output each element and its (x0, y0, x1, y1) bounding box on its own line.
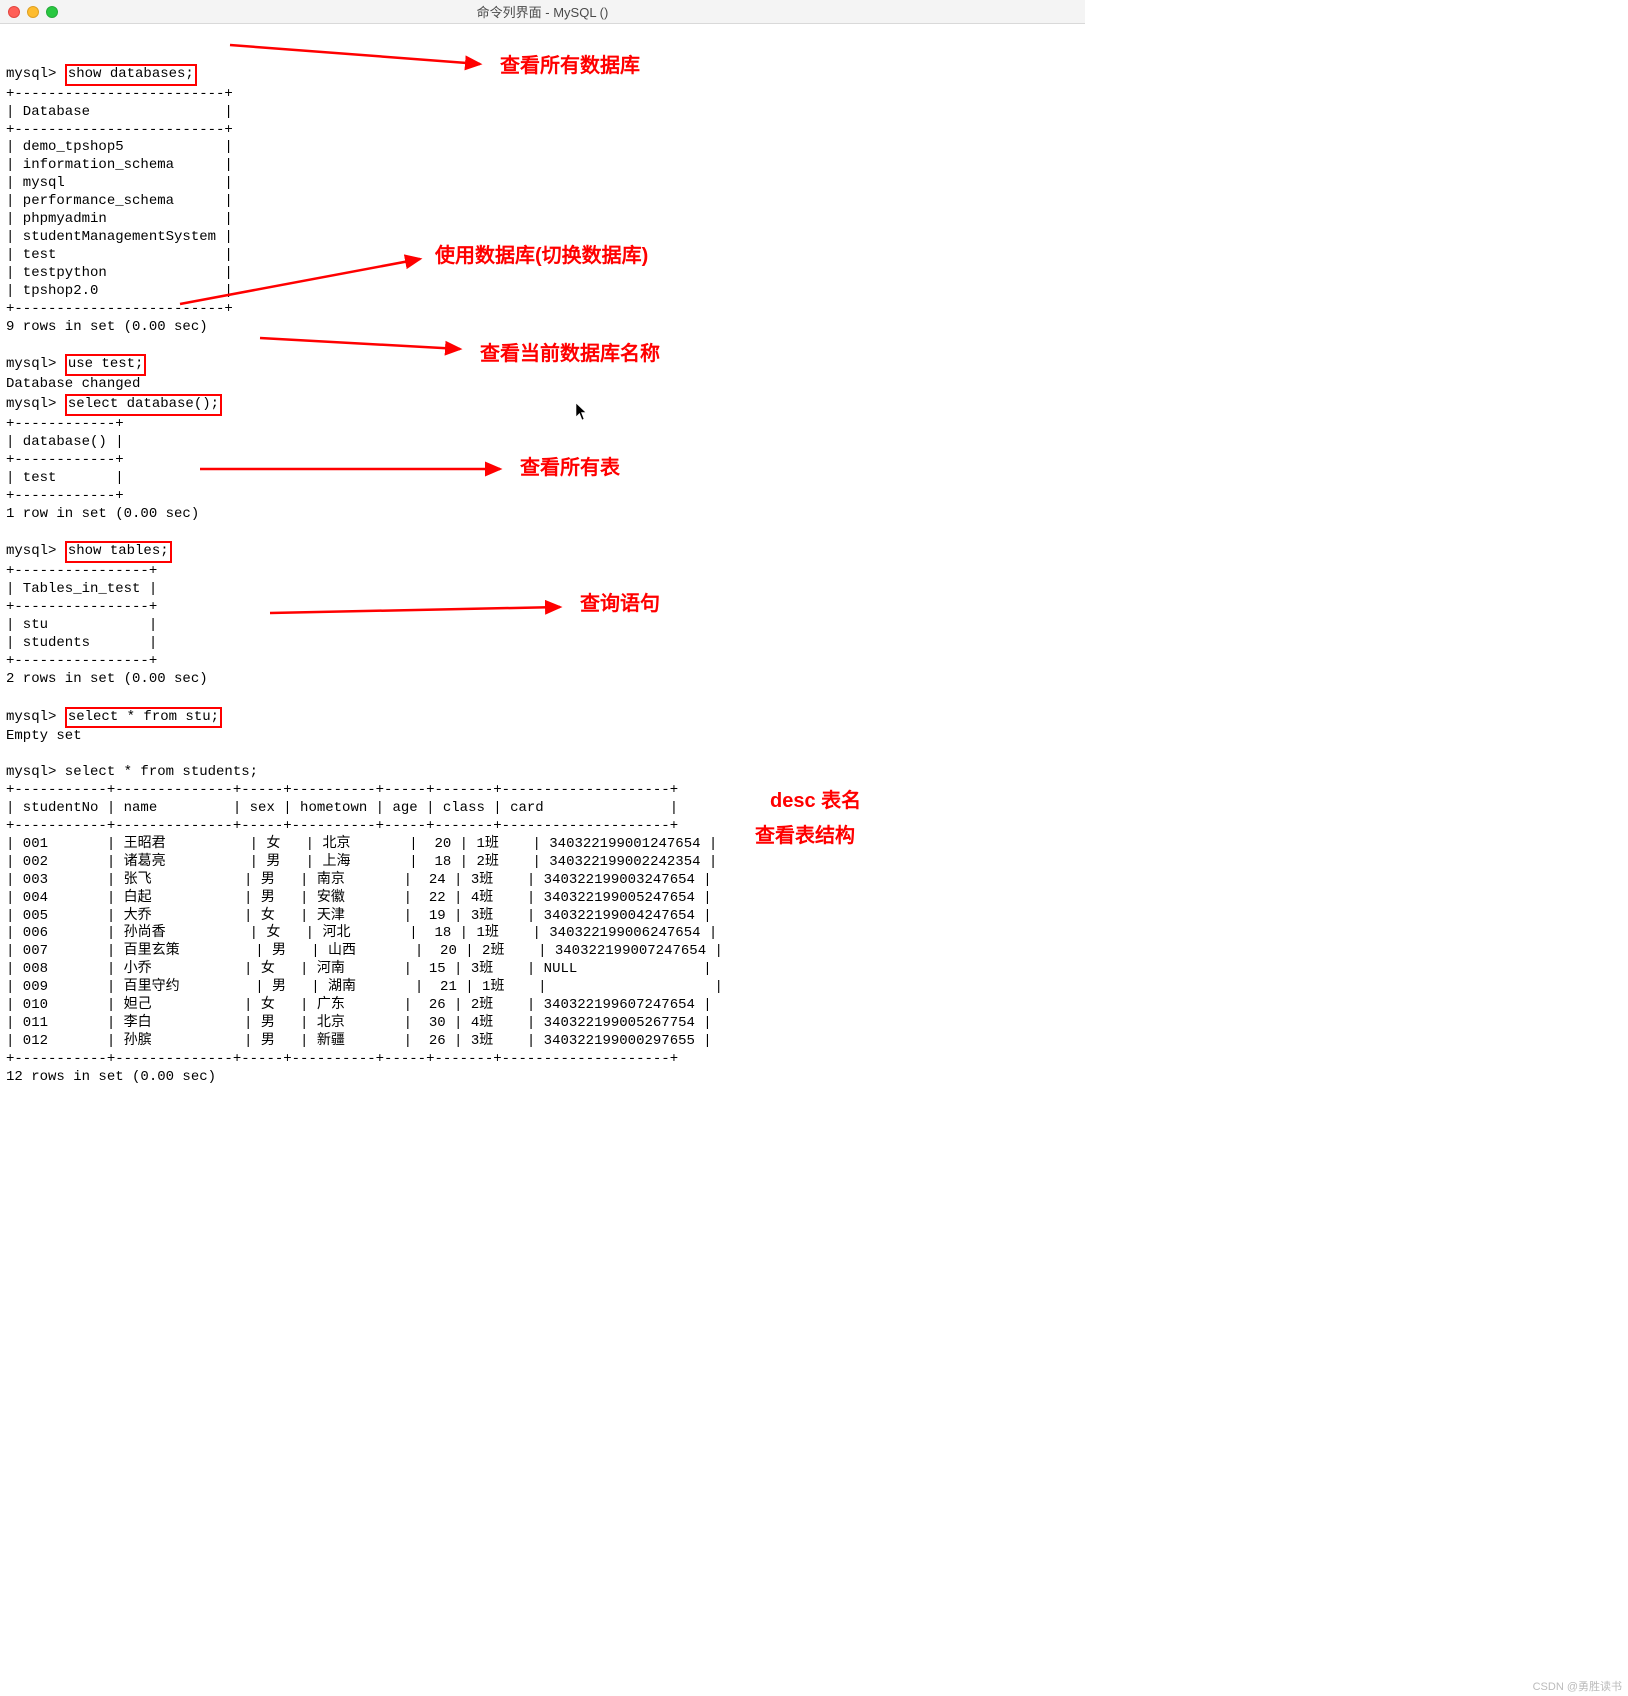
highlighted-command: select database(); (65, 394, 222, 416)
window-titlebar: 命令列界面 - MySQL () (0, 0, 1085, 24)
annotation-select-db: 查看当前数据库名称 (480, 342, 660, 368)
minimize-icon[interactable] (27, 6, 39, 18)
mouse-cursor-icon (525, 384, 539, 404)
highlighted-command: show tables; (65, 541, 172, 563)
watermark: CSDN @勇胜读书 (1533, 1678, 1622, 1694)
annotation-select: 查询语句 (580, 592, 660, 618)
annotation-desc-1: desc 表名 (770, 789, 861, 815)
maximize-icon[interactable] (46, 6, 58, 18)
annotation-use-db: 使用数据库(切换数据库) (435, 244, 648, 270)
window-title: 命令列界面 - MySQL () (0, 2, 1085, 21)
traffic-lights (8, 6, 58, 18)
highlighted-command: show databases; (65, 64, 197, 86)
annotation-desc-2: 查看表结构 (755, 824, 855, 850)
annotation-show-db: 查看所有数据库 (500, 54, 640, 80)
highlighted-command: use test; (65, 354, 147, 376)
close-icon[interactable] (8, 6, 20, 18)
annotation-show-tables: 查看所有表 (520, 456, 620, 482)
highlighted-command: select * from stu; (65, 707, 222, 729)
terminal-output[interactable]: 查看所有数据库 使用数据库(切换数据库) 查看当前数据库名称 查看所有表 查询语… (0, 24, 1085, 1097)
